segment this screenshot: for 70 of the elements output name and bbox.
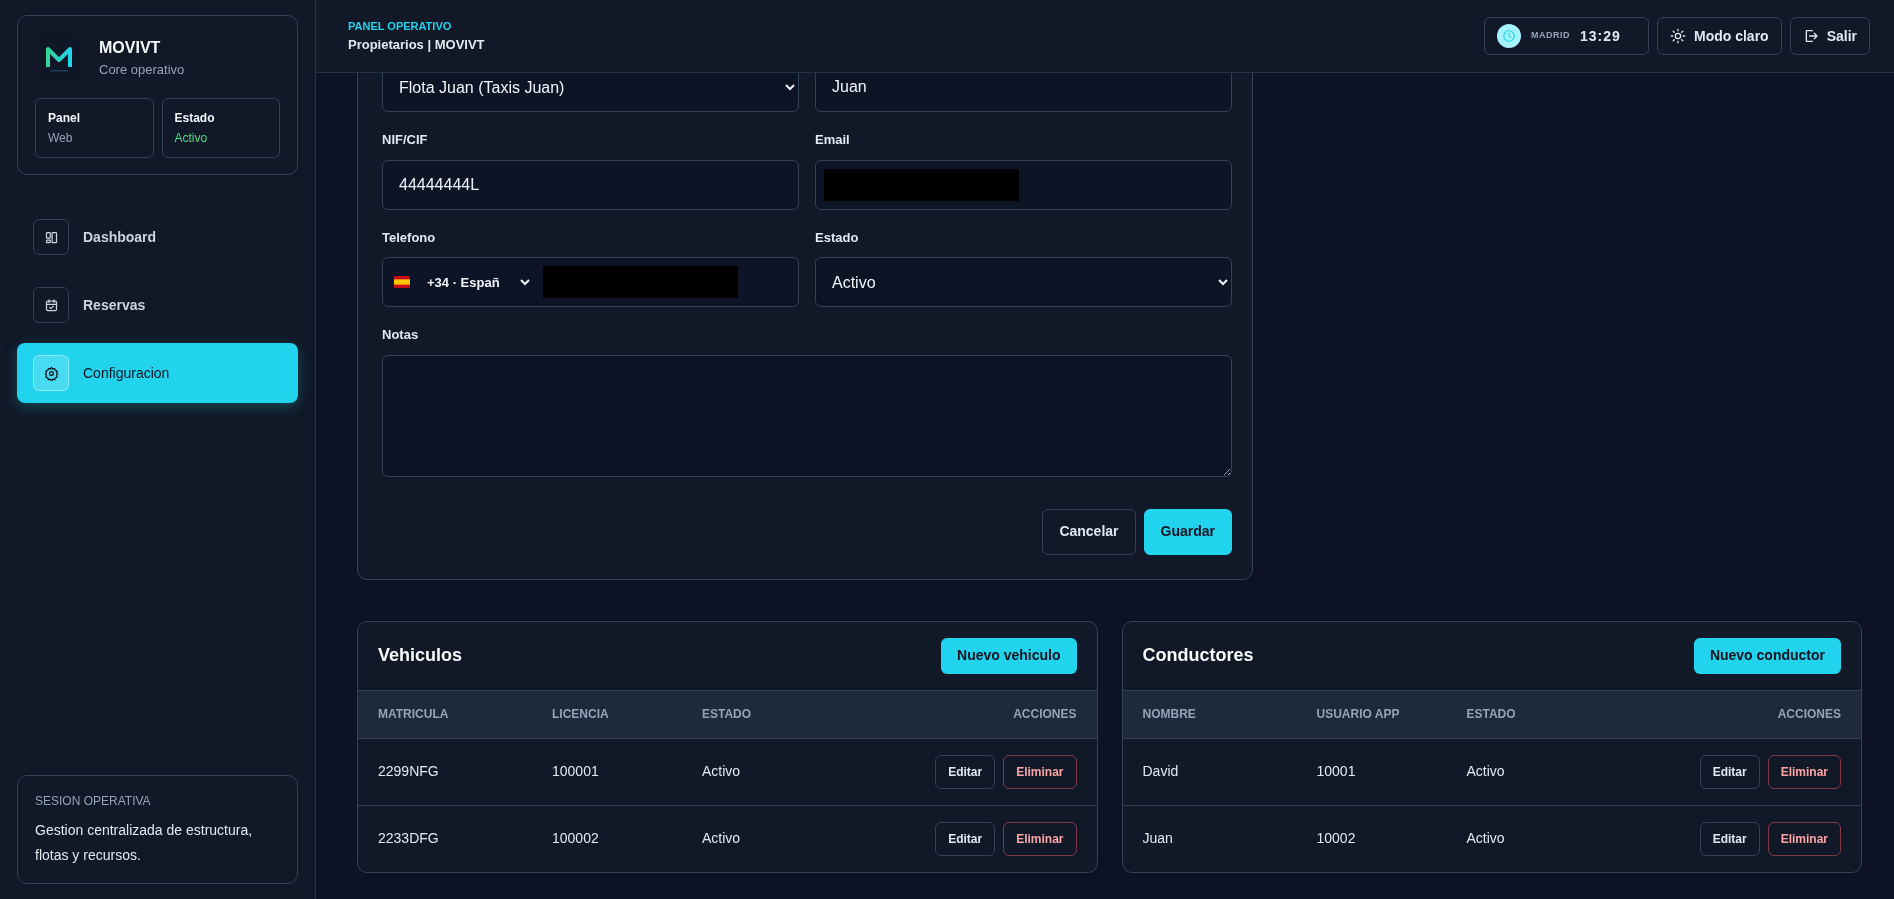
input-field[interactable] [815,159,1232,210]
input-field[interactable]: 44444444L [382,159,799,210]
settings-icon [43,365,59,381]
stat-value: Activo [174,130,209,147]
session-text: Gestion centralizada de estructura, flotas y recursos. [35,821,254,865]
select-field[interactable]: Activo [815,257,1232,307]
table-cell: 10002 [1296,805,1447,872]
logout-button[interactable]: Salir [1789,17,1870,55]
country-select[interactable]: +34 · Españ [423,273,533,291]
sidebar-item[interactable]: Reservas [17,275,298,335]
cancel-button[interactable]: Cancelar [1042,508,1136,555]
stat-label: Panel [48,110,81,127]
phone-field[interactable]: +34 · Españ [382,257,799,307]
dashboard-icon [43,229,59,245]
table-cell: 2299NFG [358,738,532,805]
table-title: Conductores [1142,644,1254,667]
field-label: Email [815,131,851,149]
delete-button[interactable]: Eliminar [1003,754,1077,789]
table-cell: Activo [682,805,819,872]
table-cell: Activo [682,738,819,805]
table-cell: Activo [1446,738,1584,805]
field-label: Notas [382,326,420,344]
theme-button[interactable]: Modo claro [1656,17,1782,55]
field-label: Telefono [382,228,437,247]
column-header: ACCIONES [1583,690,1861,738]
clock-icon [1501,29,1516,43]
field-label: Estado [815,228,860,247]
column-header: USUARIO APP [1296,690,1447,738]
table-cell: 100002 [532,805,682,872]
clock-city: MADRID [1530,29,1570,43]
sidebar-item[interactable]: Dashboard [17,207,298,267]
column-header: ESTADO [1446,690,1584,738]
delete-button[interactable]: Eliminar [1767,754,1841,789]
column-header: MATRICULA [358,690,532,738]
calendar-icon [43,297,59,313]
notes-field[interactable] [382,354,1232,477]
save-button[interactable]: Guardar [1143,508,1232,555]
input-field[interactable]: Juan [815,73,1232,112]
edit-button[interactable]: Editar [1699,754,1760,789]
flag-icon [391,274,413,290]
field-label: NIF/CIF [382,131,429,149]
delete-button[interactable]: Eliminar [1003,821,1077,856]
table-cell: Juan [1122,805,1297,872]
column-header: NOMBRE [1122,690,1297,738]
table-cell: 100001 [532,738,682,805]
table-title: Vehiculos [378,644,463,667]
edit-button[interactable]: Editar [1699,821,1760,856]
select-field[interactable]: Flota Juan (Taxis Juan) [382,73,799,112]
stat-value: Web [48,130,74,147]
table-cell: David [1122,738,1297,805]
table-cell: 10001 [1296,738,1447,805]
delete-button[interactable]: Eliminar [1767,821,1841,856]
table-cell: 2233DFG [358,805,532,872]
page-eyebrow: PANEL OPERATIVO [348,19,453,34]
column-header: LICENCIA [532,690,682,738]
column-header: ACCIONES [818,690,1097,738]
stat-label: Estado [174,110,216,127]
table-cell: Activo [1446,805,1584,872]
session-title: SESION OPERATIVA [35,793,152,810]
sidebar-item[interactable]: Configuracion [17,343,298,403]
sun-icon [1669,28,1686,44]
add-button[interactable]: Nuevo conductor [1693,637,1841,674]
add-button[interactable]: Nuevo vehiculo [941,637,1077,674]
edit-button[interactable]: Editar [935,754,996,789]
edit-button[interactable]: Editar [935,821,996,856]
brand-name: MOVIVT [99,38,162,59]
column-header: ESTADO [682,690,819,738]
page-title: Propietarios | MOVIVT [348,35,485,54]
clock-time: 13:29 [1579,26,1621,46]
brand-subtitle: Core operativo [99,61,185,80]
